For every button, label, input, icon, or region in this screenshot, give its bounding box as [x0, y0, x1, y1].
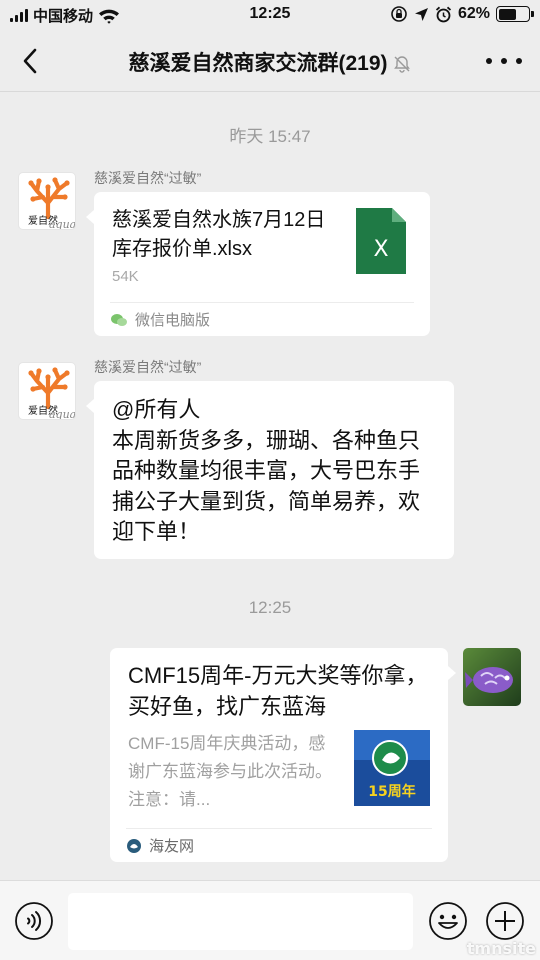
link-message-bubble[interactable]: CMF15周年-万元大奖等你拿，买好鱼，找广东蓝海 CMF-15周年庆典活动，感… — [110, 648, 456, 862]
link-description: CMF-15周年庆典活动，感谢广东蓝海参与此次活动。注意：请... — [128, 734, 332, 809]
signal-strength-icon — [10, 9, 28, 22]
svg-text:aqua: aqua — [49, 408, 76, 420]
chat-header: 慈溪爱自然商家交流群(219) — [0, 30, 540, 92]
file-size: 54K — [112, 268, 139, 285]
alarm-icon — [435, 6, 452, 22]
time-divider: 昨天 15:47 — [229, 127, 311, 146]
chat-title-text: 慈溪爱自然商家交流群(219) — [128, 52, 388, 75]
sender-name: 慈溪爱自然“过敏” — [94, 359, 202, 375]
carrier-name: 中国移动 — [33, 8, 94, 25]
file-source: 微信电脑版 — [110, 302, 414, 336]
svg-text:X: X — [373, 237, 388, 262]
chat-title: 慈溪爱自然商家交流群(219) — [0, 47, 540, 77]
orientation-lock-icon — [391, 6, 407, 22]
svg-text:aqua: aqua — [49, 218, 76, 230]
sender-avatar[interactable]: 爱自然 aqua — [18, 362, 76, 420]
site-logo-icon — [127, 838, 141, 853]
more-dots-icon[interactable] — [486, 50, 522, 72]
my-avatar[interactable] — [463, 648, 521, 706]
time-divider: 12:25 — [248, 598, 292, 617]
watermark: tmnsite — [466, 939, 536, 958]
wifi-icon — [99, 9, 120, 24]
link-thumbnail: 15周年 — [354, 730, 430, 806]
coral-logo-icon: 爱自然 aqua — [28, 177, 76, 230]
wechat-pc-icon — [111, 313, 127, 326]
coral-logo-icon: 爱自然 aqua — [28, 367, 76, 420]
battery-percentage: 62% — [457, 5, 490, 22]
voice-input-icon[interactable] — [14, 901, 54, 941]
file-name: 慈溪爱自然水族7月12日库存报价单.xlsx — [112, 209, 326, 260]
excel-file-icon: X — [356, 208, 406, 274]
mute-bell-icon — [393, 56, 410, 74]
emoji-icon[interactable] — [428, 901, 468, 941]
text-message-bubble[interactable]: @所有人 本周新货多多，珊瑚、各种鱼只品种数量均很丰富，大号巴东手捕公子大量到货… — [86, 381, 454, 559]
location-arrow-icon — [414, 7, 428, 21]
link-source-label: 海友网 — [149, 838, 195, 855]
sender-avatar[interactable]: 爱自然 aqua — [18, 172, 76, 230]
status-bar: 中国移动 12:25 62% — [0, 0, 540, 30]
message-input[interactable] — [68, 893, 413, 950]
file-source-label: 微信电脑版 — [135, 312, 211, 329]
plus-icon[interactable] — [485, 901, 525, 941]
message-text: @所有人 本周新货多多，珊瑚、各种鱼只品种数量均很丰富，大号巴东手捕公子大量到货… — [112, 397, 421, 544]
fish-photo — [463, 648, 521, 706]
link-title: CMF15周年-万元大奖等你拿，买好鱼，找广东蓝海 — [128, 663, 428, 719]
battery-level — [498, 8, 517, 20]
sender-name: 慈溪爱自然“过敏” — [94, 170, 202, 186]
link-source: 海友网 — [126, 828, 432, 862]
svg-text:15周年: 15周年 — [368, 783, 415, 800]
input-bar: tmnsite — [0, 880, 540, 960]
battery-icon — [496, 6, 534, 22]
file-message-bubble[interactable]: 慈溪爱自然水族7月12日库存报价单.xlsx 54K X 微信电脑版 — [86, 192, 430, 336]
